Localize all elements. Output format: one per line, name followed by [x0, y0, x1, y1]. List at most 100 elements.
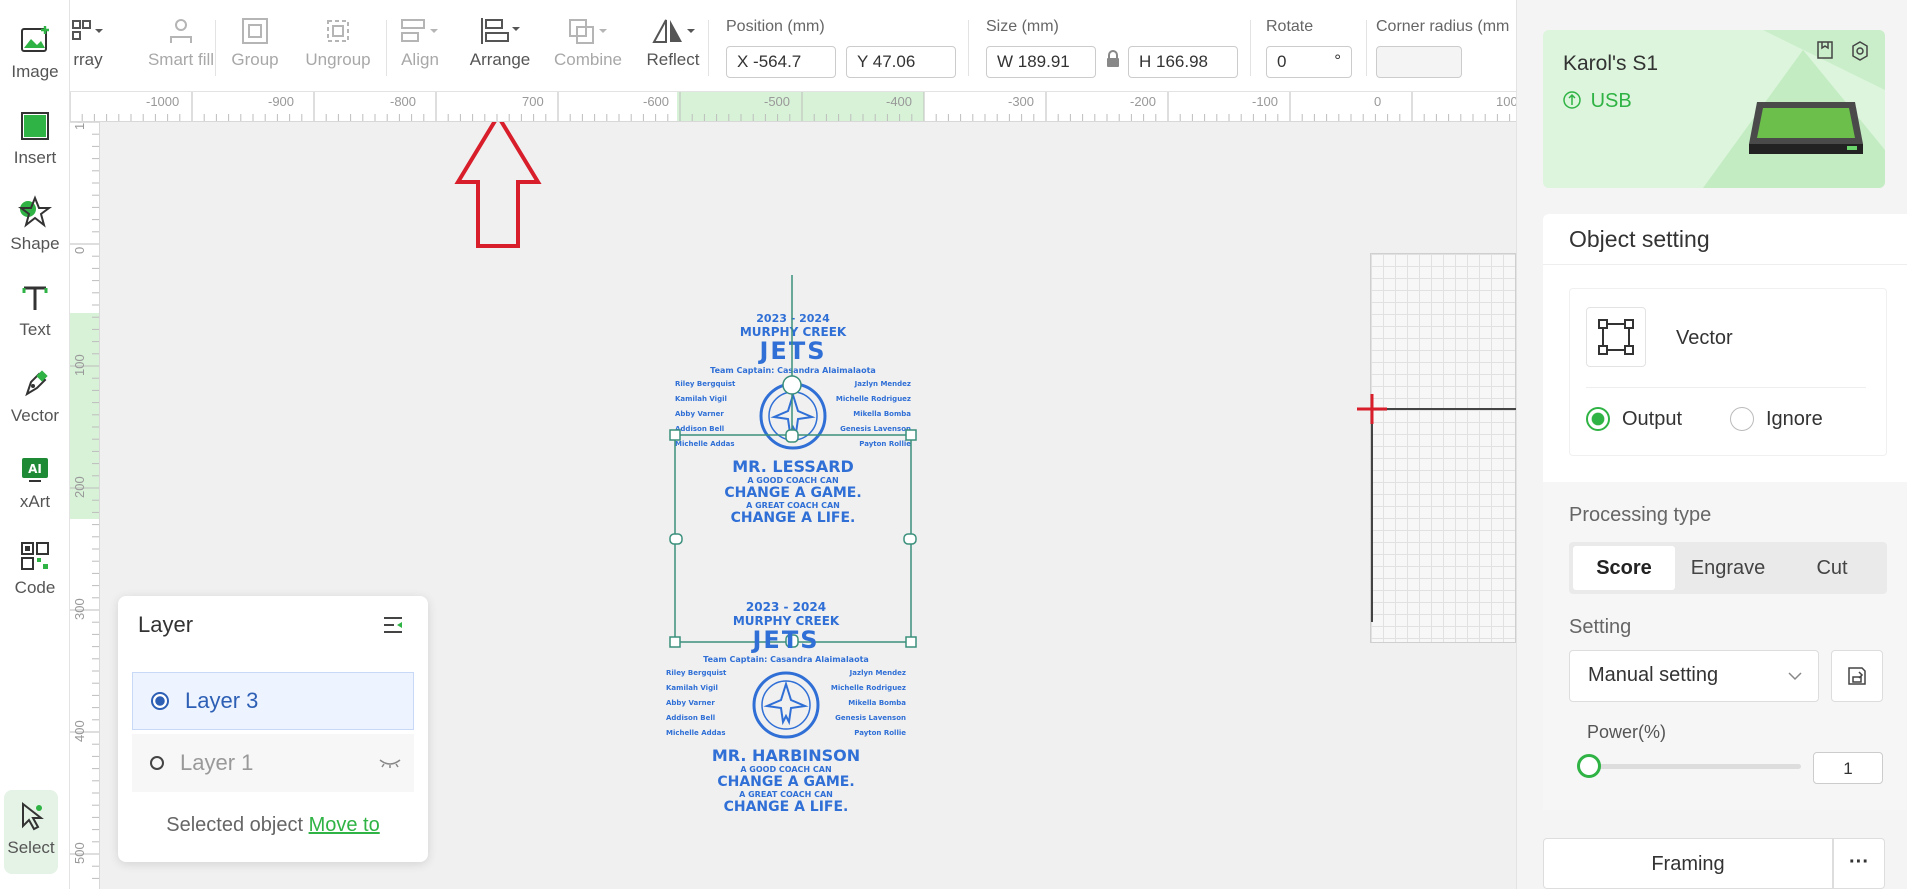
move-to-link[interactable]: Move to [309, 814, 380, 836]
ruler-label: 400 [72, 720, 87, 742]
star-icon [17, 194, 53, 230]
design-name: Genesis Lavenson [835, 714, 906, 722]
tool-image[interactable]: Image [0, 22, 70, 82]
tool-select[interactable]: Select [4, 790, 58, 874]
setting-label: Setting [1569, 616, 1632, 638]
power-slider-thumb[interactable] [1577, 754, 1602, 778]
ruler-label: 0 [1374, 94, 1382, 109]
right-panel: Karol's S1 USB Object setting Vector Out… [1516, 0, 1907, 889]
power-slider-track[interactable] [1577, 754, 1801, 778]
tool-label: Image [11, 62, 59, 81]
save-icon [1848, 667, 1866, 685]
layer-row-1[interactable]: Layer 1 [132, 734, 414, 792]
annotation-overlay [454, 122, 542, 248]
arrange-label: Arrange [469, 50, 531, 69]
layer-radio[interactable] [150, 756, 164, 770]
group-button[interactable]: Group [220, 12, 290, 70]
layer-row-3[interactable]: Layer 3 [132, 672, 414, 730]
chevron-down-icon [1788, 672, 1802, 681]
combine-button[interactable]: Combine [548, 12, 628, 70]
ignore-radio[interactable]: Ignore [1730, 407, 1823, 431]
ruler-label: 700 [522, 94, 544, 109]
tool-xart[interactable]: AI xArt [0, 452, 70, 512]
rotate-handle[interactable] [782, 375, 802, 395]
processing-score[interactable]: Score [1573, 546, 1675, 590]
design-name: Addison Bell [666, 714, 716, 722]
framing-button[interactable]: Framing [1543, 838, 1833, 889]
tool-insert[interactable]: Insert [0, 108, 70, 168]
work-area-bounds [1357, 394, 1516, 622]
lock-icon[interactable] [1106, 50, 1120, 68]
save-setting-button[interactable] [1831, 650, 1883, 702]
position-label: Position (mm) [726, 18, 825, 35]
object-type-label: Vector [1676, 327, 1733, 349]
device-connection: USB [1563, 90, 1632, 113]
device-card[interactable]: Karol's S1 USB [1543, 30, 1885, 188]
tool-shape[interactable]: Shape [0, 194, 70, 254]
position-x-field[interactable]: X -564.7 [726, 46, 836, 78]
power-input[interactable]: 1 [1813, 752, 1883, 784]
object-setting-card: Object setting Vector Output Ignore Proc… [1543, 214, 1907, 810]
group-label: Group [231, 50, 279, 69]
tool-label: Text [19, 320, 51, 339]
processing-engrave[interactable]: Engrave [1677, 546, 1779, 590]
align-button[interactable]: Align [390, 12, 450, 70]
design-quote: CHANGE A GAME. [717, 774, 855, 790]
group-icon [220, 12, 290, 50]
selection-box[interactable] [666, 252, 926, 652]
eye-closed-icon[interactable] [378, 757, 402, 769]
ruler-label: 500 [72, 842, 87, 864]
size-width-field[interactable]: W 189.91 [986, 46, 1096, 78]
corner-radius-field[interactable] [1376, 46, 1462, 78]
rotate-field[interactable]: 0 ° [1266, 46, 1352, 78]
tool-text[interactable]: Text [0, 280, 70, 340]
processing-type-label: Processing type [1569, 504, 1712, 526]
ruler-label: -800 [390, 94, 417, 109]
array-button[interactable]: rray [70, 12, 106, 70]
layer-name: Layer 3 [185, 688, 259, 713]
ignore-radio-dot [1730, 407, 1754, 431]
object-setting-title: Object setting [1569, 226, 1710, 252]
design-harbinson[interactable]: 2023 - 2024 MURPHY CREEK JETS Team Capta… [666, 600, 906, 815]
pen-icon [17, 366, 53, 402]
ungroup-button[interactable]: Ungroup [298, 12, 378, 70]
settings-icon[interactable] [1849, 40, 1871, 62]
size-label: Size (mm) [986, 18, 1059, 35]
tool-label: Insert [13, 148, 57, 167]
device-connection-label: USB [1590, 90, 1632, 112]
align-label: Align [401, 50, 439, 69]
tool-code[interactable]: Code [0, 538, 70, 598]
size-height-field[interactable]: H 166.98 [1128, 46, 1238, 78]
image-icon [17, 22, 53, 58]
arrange-button[interactable]: Arrange [460, 12, 540, 70]
smart-fill-button[interactable]: Smart fill [128, 12, 234, 70]
design-name: Abby Varner [666, 699, 715, 707]
more-options-button[interactable]: ··· [1833, 838, 1885, 889]
design-name: Mikella Bomba [848, 699, 906, 707]
setting-dropdown[interactable]: Manual setting [1569, 650, 1819, 702]
smart-fill-label: Smart fill [147, 50, 215, 69]
reflect-button[interactable]: Reflect [636, 12, 710, 70]
processing-cut[interactable]: Cut [1781, 546, 1883, 590]
object-type-box: Vector Output Ignore [1569, 288, 1887, 456]
tool-label: Vector [10, 406, 60, 425]
design-captain: Team Captain: Casandra Alaimalaota [703, 655, 869, 664]
design-coach: MR. HARBINSON [711, 746, 861, 765]
ruler-label: -400 [886, 94, 913, 109]
ruler-label: -600 [643, 94, 670, 109]
selected-object-text: Selected object [166, 814, 304, 836]
rotate-unit: ° [1334, 51, 1341, 70]
rotate-value: 0 [1277, 52, 1287, 71]
position-y-field[interactable]: Y 47.06 [846, 46, 956, 78]
layer-menu-icon[interactable] [382, 614, 404, 636]
design-quote: A GREAT COACH CAN [739, 790, 833, 799]
layer-selected-radio[interactable] [151, 692, 169, 710]
output-radio[interactable]: Output [1586, 407, 1682, 431]
device-name: Karol's S1 [1563, 52, 1659, 75]
tool-vector[interactable]: Vector [0, 366, 70, 426]
ruler-label: -300 [1008, 94, 1035, 109]
layer-panel: Layer Layer 3 Layer 1 Selected object Mo… [118, 596, 428, 862]
bookmark-icon[interactable] [1815, 40, 1835, 60]
tool-label: Shape [10, 234, 60, 253]
rotate-label: Rotate [1266, 18, 1314, 35]
